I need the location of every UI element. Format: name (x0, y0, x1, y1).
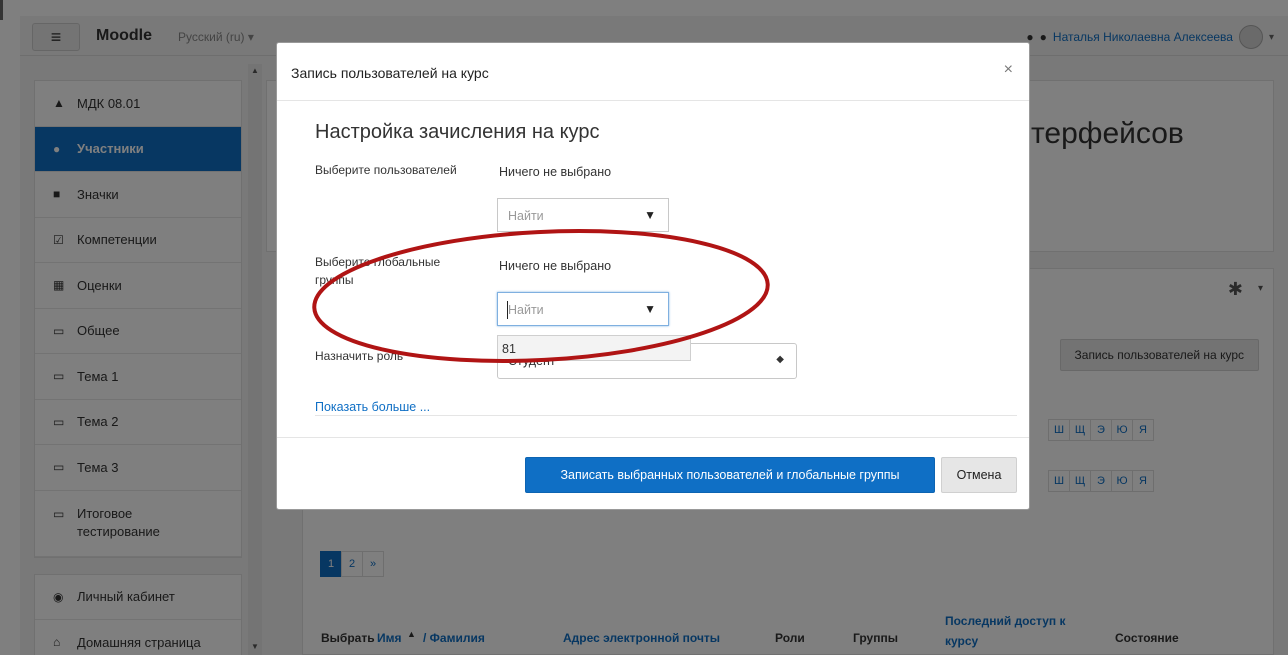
role-label: Назначить роль (315, 349, 404, 363)
users-label: Выберите пользователей (315, 163, 457, 177)
dropdown-arrow-icon[interactable]: ▼ (644, 208, 656, 222)
users-search-input[interactable]: Найти ▼ (497, 198, 669, 232)
show-more-link[interactable]: Показать больше ... (315, 400, 430, 414)
select-sort-icon: ◆ (776, 354, 784, 365)
cohorts-search-input[interactable]: Найти ▼ (497, 292, 669, 326)
enrol-submit-button[interactable]: Записать выбранных пользователей и глоба… (525, 457, 935, 493)
search-placeholder: Найти (508, 303, 544, 317)
cohorts-selection-status: Ничего не выбрано (499, 259, 612, 273)
close-icon[interactable]: × (1004, 61, 1013, 79)
cancel-button[interactable]: Отмена (941, 457, 1017, 493)
dialog-header: Запись пользователей на курс × (277, 43, 1029, 101)
search-placeholder: Найти (508, 209, 544, 223)
cohorts-suggestions: 81 (497, 335, 691, 361)
form-title: Настройка зачисления на курс (315, 121, 600, 143)
cohort-option[interactable]: 81 (502, 342, 516, 356)
dropdown-arrow-icon[interactable]: ▼ (644, 302, 656, 316)
cohorts-label: Выберите глобальные группы (315, 255, 441, 287)
enrol-users-dialog: Запись пользователей на курс × Настройка… (276, 42, 1030, 510)
screen: ≡ Moodle Русский (ru) ▾ ● ● Наталья Нико… (0, 0, 1288, 655)
divider (315, 415, 1017, 416)
users-selection-status: Ничего не выбрано (499, 165, 612, 179)
dialog-footer-divider (277, 437, 1029, 438)
dialog-title: Запись пользователей на курс (291, 65, 489, 81)
